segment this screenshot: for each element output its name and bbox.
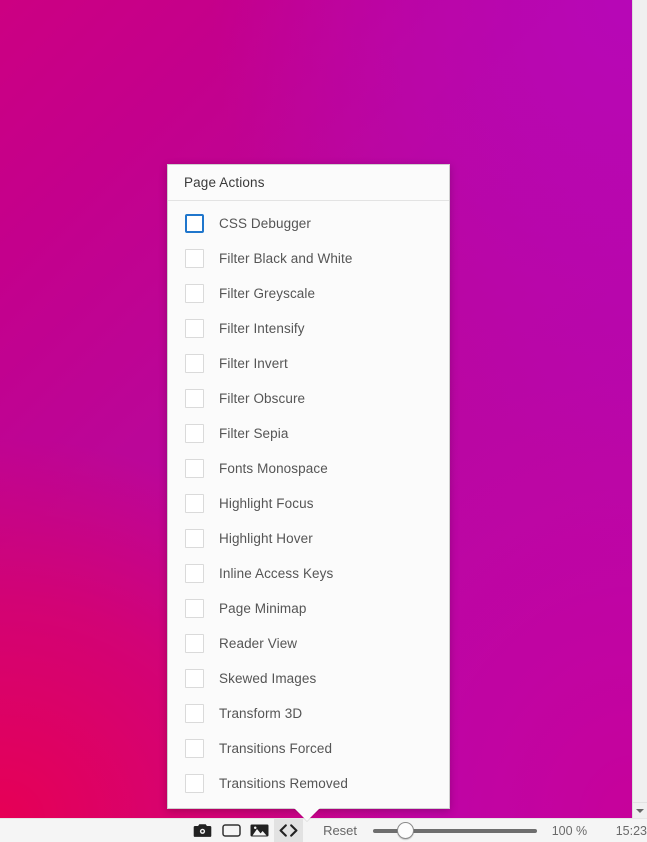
popup-header: Page Actions <box>168 165 449 201</box>
checkbox[interactable] <box>185 599 204 618</box>
list-item-label: Highlight Hover <box>219 531 313 546</box>
checkbox[interactable] <box>185 494 204 513</box>
vertical-scrollbar[interactable] <box>632 0 647 818</box>
list-item[interactable]: Filter Invert <box>168 346 449 381</box>
checkbox[interactable] <box>185 319 204 338</box>
list-item-label: Transform 3D <box>219 706 303 721</box>
checkbox[interactable] <box>185 214 204 233</box>
list-item[interactable]: Transform 3D <box>168 696 449 731</box>
popup-pointer-arrow <box>294 808 320 821</box>
list-item-label: CSS Debugger <box>219 216 312 231</box>
code-brackets-icon-button[interactable] <box>274 818 304 842</box>
list-item[interactable]: Highlight Focus <box>168 486 449 521</box>
list-item-label: Filter Invert <box>219 356 288 371</box>
list-item[interactable]: Highlight Hover <box>168 521 449 556</box>
zoom-slider-thumb[interactable] <box>396 822 414 839</box>
list-item[interactable]: Page Minimap <box>168 591 449 626</box>
list-item-label: Filter Greyscale <box>219 286 316 301</box>
triangle-down-icon <box>636 808 644 813</box>
list-item[interactable]: Filter Obscure <box>168 381 449 416</box>
list-item[interactable]: Reader View <box>168 626 449 661</box>
app-window: Page Actions CSS Debugger Filter Black an… <box>0 0 647 842</box>
list-item-label: Transitions Forced <box>219 741 333 756</box>
checkbox[interactable] <box>185 774 204 793</box>
camera-icon-button[interactable] <box>188 819 217 842</box>
zoom-level-value: 100 % <box>551 823 588 838</box>
list-item[interactable]: Transitions Forced <box>168 731 449 766</box>
list-item-label: Highlight Focus <box>219 496 314 511</box>
clock: 15:23 <box>615 823 647 838</box>
checkbox[interactable] <box>185 669 204 688</box>
list-item-label: Skewed Images <box>219 671 317 686</box>
checkbox[interactable] <box>185 564 204 583</box>
image-icon <box>250 823 269 838</box>
checkbox[interactable] <box>185 634 204 653</box>
list-item[interactable]: CSS Debugger <box>168 206 449 241</box>
checkbox[interactable] <box>185 424 204 443</box>
checkbox[interactable] <box>185 284 204 303</box>
list-item-label: Page Minimap <box>219 601 307 616</box>
list-item[interactable]: Inline Access Keys <box>168 556 449 591</box>
image-icon-button[interactable] <box>246 819 275 842</box>
code-brackets-icon <box>279 824 298 837</box>
zoom-slider[interactable] <box>373 822 538 840</box>
bottom-toolbar: Reset 100 % 15:23 <box>0 818 647 842</box>
list-item-label: Transitions Removed <box>219 776 348 791</box>
list-item-label: Filter Sepia <box>219 426 289 441</box>
list-item[interactable]: Filter Intensify <box>168 311 449 346</box>
viewport-icon-button[interactable] <box>217 819 246 842</box>
page-actions-list: CSS Debugger Filter Black and White Filter… <box>168 201 449 801</box>
list-item[interactable]: Skewed Images <box>168 661 449 696</box>
page-actions-popup: Page Actions CSS Debugger Filter Black an… <box>167 164 450 809</box>
list-item[interactable]: Filter Sepia <box>168 416 449 451</box>
checkbox[interactable] <box>185 529 204 548</box>
list-item-label: Fonts Monospace <box>219 461 328 476</box>
scroll-down-button[interactable] <box>633 802 647 818</box>
list-item-label: Filter Intensify <box>219 321 305 336</box>
list-item[interactable]: Filter Black and White <box>168 241 449 276</box>
reset-button[interactable]: Reset <box>323 823 357 838</box>
checkbox[interactable] <box>185 739 204 758</box>
list-item[interactable]: Filter Greyscale <box>168 276 449 311</box>
list-item[interactable]: Transitions Removed <box>168 766 449 801</box>
popup-title: Page Actions <box>184 175 265 190</box>
checkbox[interactable] <box>185 704 204 723</box>
list-item-label: Inline Access Keys <box>219 566 334 581</box>
checkbox[interactable] <box>185 354 204 373</box>
list-item[interactable]: Fonts Monospace <box>168 451 449 486</box>
list-item-label: Reader View <box>219 636 298 651</box>
checkbox[interactable] <box>185 249 204 268</box>
viewport-rectangle-icon <box>221 823 241 838</box>
camera-icon <box>193 823 212 838</box>
list-item-label: Filter Obscure <box>219 391 306 406</box>
checkbox[interactable] <box>185 459 204 478</box>
checkbox[interactable] <box>185 389 204 408</box>
list-item-label: Filter Black and White <box>219 251 353 266</box>
